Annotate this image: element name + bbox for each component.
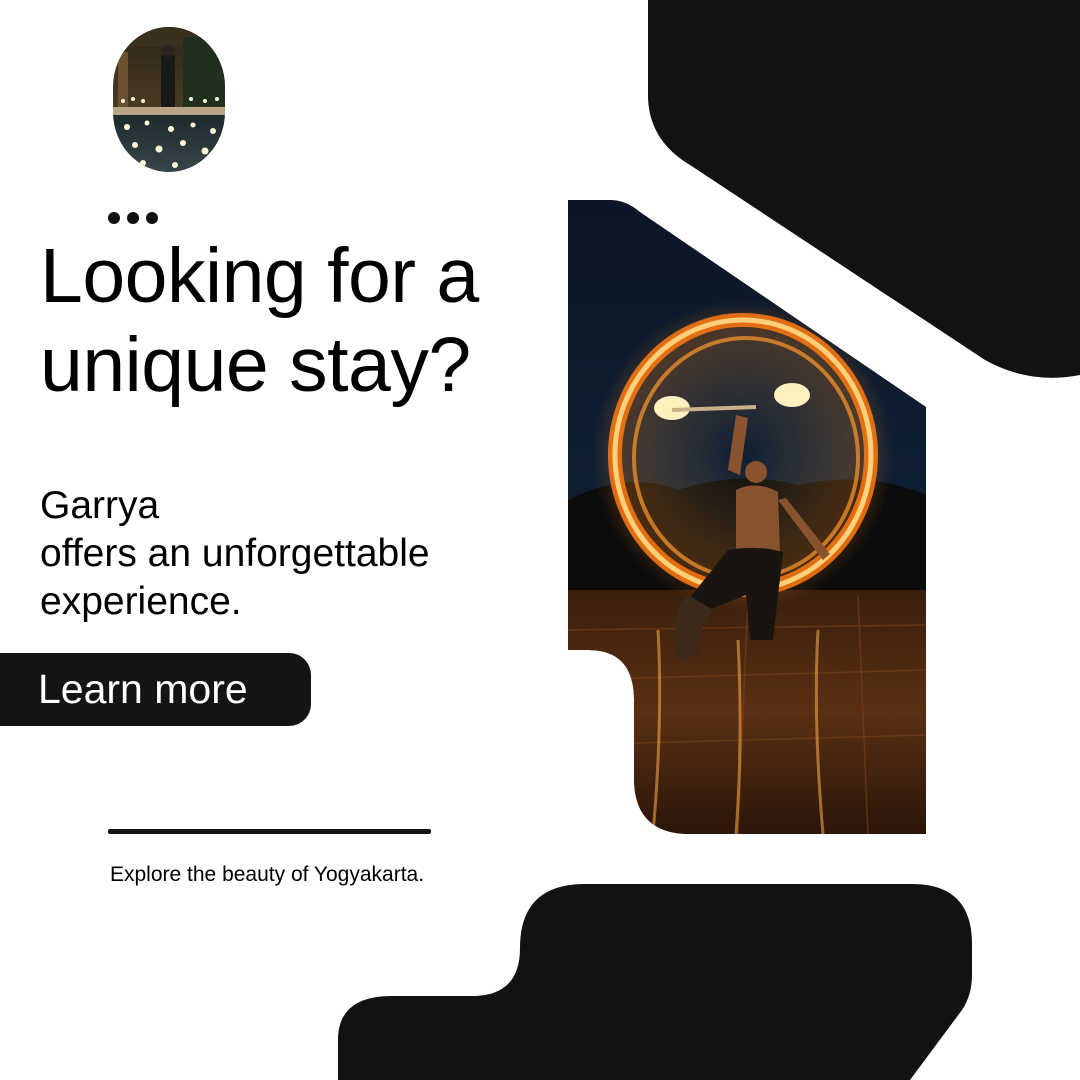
bottom-blob: [338, 884, 972, 1080]
learn-more-button[interactable]: Learn more: [0, 653, 311, 726]
headline-line: unique stay?: [40, 322, 471, 408]
body-line: offers an unforgettable: [40, 532, 430, 575]
candle-pool-photo: [113, 27, 225, 172]
body-line: Garrya: [40, 484, 160, 527]
tagline: Explore the beauty of Yogyakarta.: [110, 863, 425, 886]
body-line: experience.: [40, 580, 242, 623]
headline: Looking for a unique stay?: [40, 232, 560, 410]
ellipsis-dot: [108, 212, 120, 224]
divider: [108, 829, 431, 834]
ellipsis-dot: [127, 212, 139, 224]
ellipsis-dot: [146, 212, 158, 224]
fire-dancer-photo: [568, 200, 926, 834]
body-text: Garrya offers an unforgettable experienc…: [40, 482, 540, 626]
headline-line: Looking for a: [40, 233, 479, 319]
